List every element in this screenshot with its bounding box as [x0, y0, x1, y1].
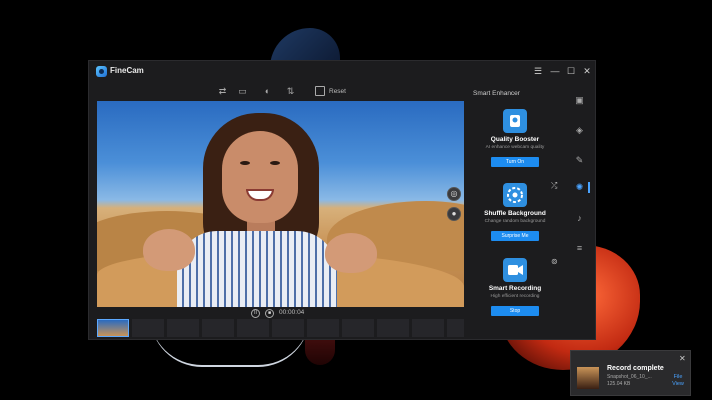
- toast-filename: Snapshot_06_10_...: [607, 374, 652, 380]
- empty-thumbnail-slot: [447, 319, 464, 337]
- feature-description: AI enhance webcam quality: [485, 145, 545, 150]
- empty-thumbnail-slot: [342, 319, 374, 337]
- maximize-icon[interactable]: ☐: [565, 65, 577, 77]
- empty-thumbnail-slot: [132, 319, 164, 337]
- stop-icon[interactable]: ■: [265, 309, 274, 318]
- empty-thumbnail-slot: [307, 319, 339, 337]
- feature-name: Shuffle Background: [484, 210, 546, 217]
- empty-thumbnail-slot: [272, 319, 304, 337]
- recording-icon: [503, 258, 527, 282]
- reset-label: Reset: [329, 88, 346, 95]
- toast-title: Record complete: [607, 365, 664, 372]
- feature-description: High efficient recording: [490, 294, 540, 299]
- menu-icon[interactable]: ☰: [532, 65, 544, 77]
- empty-thumbnail-slot: [202, 319, 234, 337]
- app-window: FineCam ☰ — ☐ ✕ ⇄ ▭ ◐ ⇅ Reset ◎ ● + I: [88, 60, 596, 340]
- person-hand: [325, 233, 377, 273]
- open-file-link[interactable]: File: [668, 374, 688, 380]
- shuffle-bg-icon: [503, 183, 527, 207]
- person-face: [222, 131, 298, 223]
- pause-icon[interactable]: II: [251, 309, 260, 318]
- person-smile: [246, 189, 274, 201]
- media-thumbnail[interactable]: [97, 319, 129, 337]
- stop-button[interactable]: Stop: [491, 306, 539, 316]
- snapshot-icon[interactable]: ◎: [447, 187, 461, 201]
- reset-icon: [315, 86, 325, 97]
- empty-thumbnail-slot: [237, 319, 269, 337]
- media-thumbnail-row: [97, 319, 467, 337]
- toast-close-icon[interactable]: ✕: [679, 354, 686, 363]
- layers-icon[interactable]: ◈: [574, 125, 585, 136]
- smart-enhancer-panel: Smart Enhancer Quality Booster AI enhanc…: [467, 85, 563, 337]
- record-icon[interactable]: ●: [447, 207, 461, 221]
- flip-icon[interactable]: ⇅: [285, 86, 296, 97]
- empty-thumbnail-slot: [377, 319, 409, 337]
- booster-icon: [503, 109, 527, 133]
- video-toolbar: ⇄ ▭ ◐ ⇅ Reset: [97, 85, 467, 99]
- feature-quality-booster: Quality Booster AI enhance webcam qualit…: [467, 109, 563, 168]
- settings-small-icon[interactable]: ⊚: [551, 257, 558, 266]
- shuffle-icon[interactable]: ⤮: [551, 181, 557, 191]
- audio-icon[interactable]: ♪: [574, 213, 585, 224]
- person-shirt: [177, 231, 337, 307]
- toast-filesize: 125.04 KB: [607, 381, 631, 387]
- title-bar: FineCam ☰ — ☐ ✕: [89, 61, 595, 83]
- empty-thumbnail-slot: [412, 319, 444, 337]
- feature-name: Quality Booster: [490, 136, 540, 143]
- app-title: FineCam: [110, 66, 144, 75]
- webcam-preview: ◎ ● +: [97, 101, 464, 307]
- active-tab-indicator: [588, 182, 590, 193]
- surprise-me-button[interactable]: Surprise Me: [491, 231, 539, 241]
- brightness-icon[interactable]: ◐: [262, 86, 273, 97]
- person-eye: [240, 161, 250, 165]
- turn-on-button[interactable]: Turn On: [491, 157, 539, 167]
- list-settings-icon[interactable]: ≡: [574, 243, 585, 254]
- view-link[interactable]: View: [668, 381, 688, 387]
- right-icon-rail: ▣ ◈ ✎ ✺ ♪ ≡: [569, 85, 591, 337]
- recording-time: 00:00:04: [279, 309, 305, 316]
- feature-name: Smart Recording: [488, 285, 542, 292]
- feature-smart-recording: Smart Recording High efficient recording…: [467, 258, 563, 317]
- record-complete-toast: ✕ Record complete Snapshot_06_10_... 125…: [570, 350, 691, 396]
- person-hand: [143, 229, 195, 271]
- feature-description: Change random background: [484, 219, 546, 224]
- panel-title: Smart Enhancer: [473, 90, 520, 97]
- feature-shuffle-background: Shuffle Background Change random backgro…: [467, 183, 563, 242]
- minimize-icon[interactable]: —: [549, 65, 561, 77]
- person-eye: [270, 161, 280, 165]
- reset-button[interactable]: Reset: [315, 85, 346, 99]
- profile-frame-icon[interactable]: ▣: [574, 95, 585, 106]
- magic-wand-icon[interactable]: ✎: [574, 155, 585, 166]
- smart-enhancer-icon[interactable]: ✺: [574, 182, 585, 193]
- toast-thumbnail[interactable]: [577, 367, 599, 389]
- close-icon[interactable]: ✕: [581, 65, 593, 77]
- empty-thumbnail-slot: [167, 319, 199, 337]
- hdr-icon[interactable]: ▭: [237, 86, 248, 97]
- finecam-logo-icon: [96, 66, 107, 77]
- camera-switch-icon[interactable]: ⇄: [217, 86, 228, 97]
